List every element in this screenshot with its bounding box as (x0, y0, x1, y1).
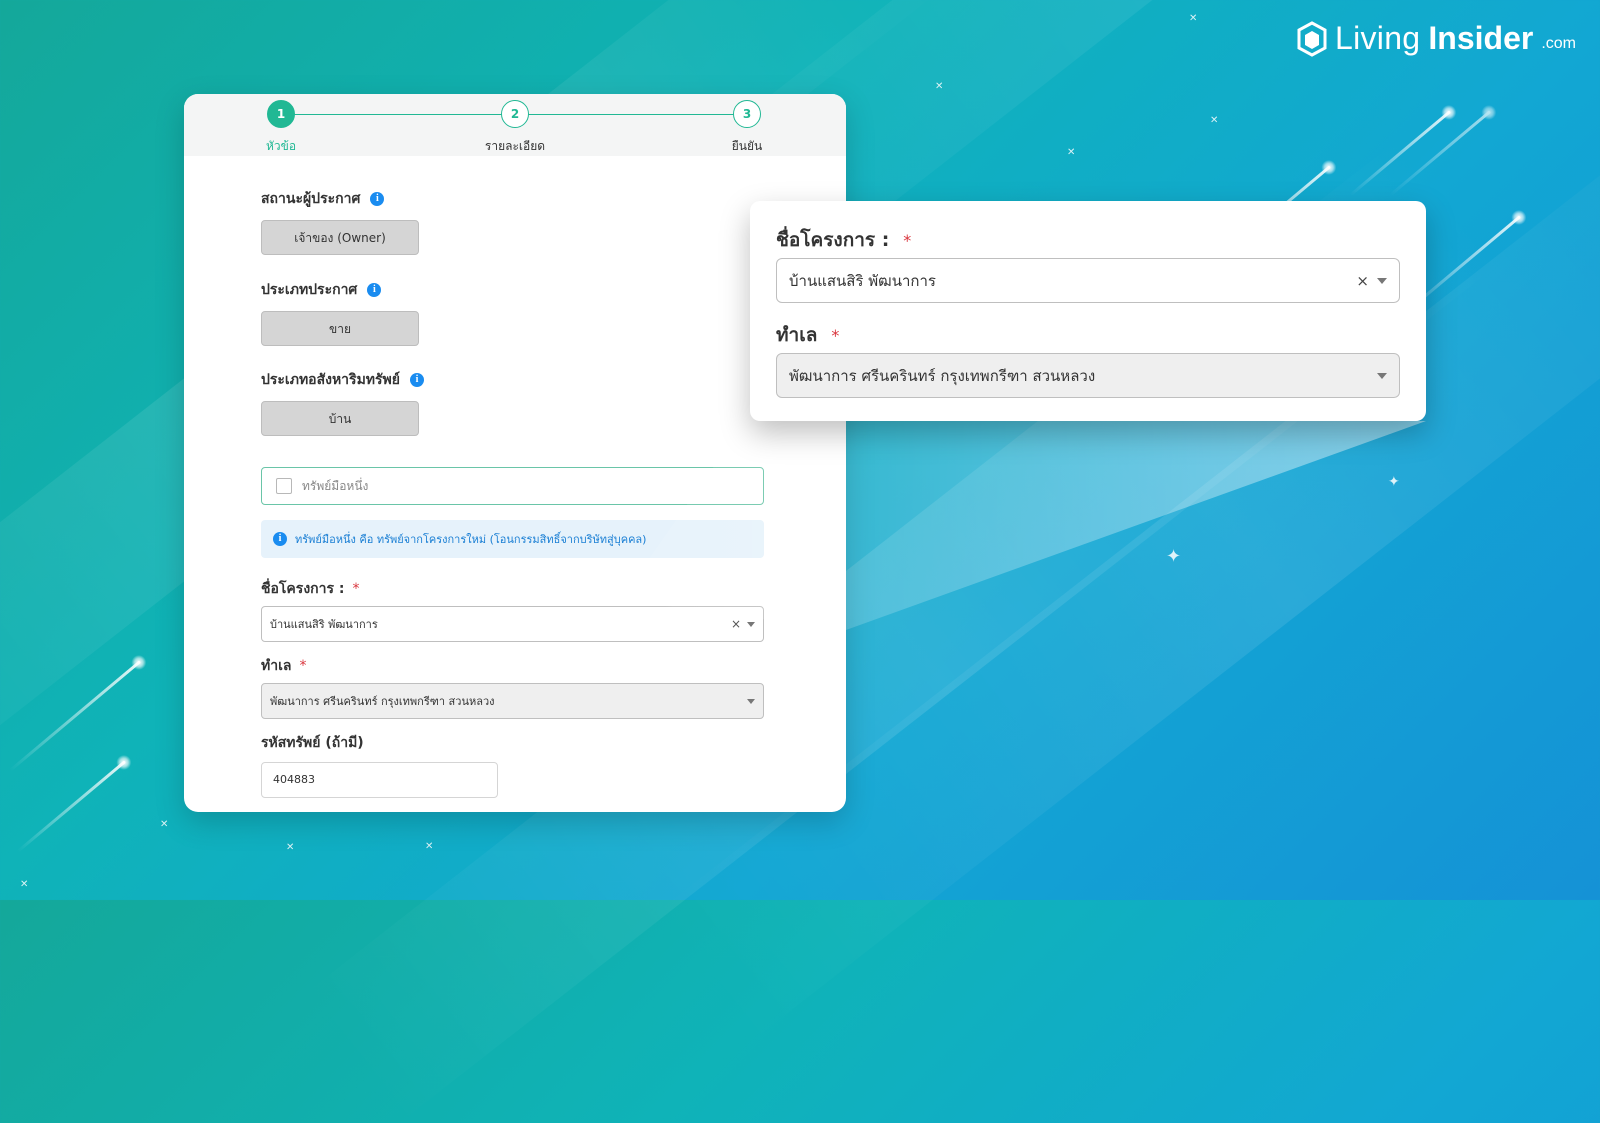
star-decoration: ✕ (1189, 13, 1198, 24)
info-icon[interactable]: i (370, 192, 385, 206)
info-note-text: ทรัพย์มือหนึ่ง คือ ทรัพย์จากโครงการใหม่ … (295, 533, 647, 546)
listing-type-title: ประเภทประกาศ i (261, 279, 419, 301)
stepper: 1 หัวข้อ 2 รายละเอียด 3 ยืนยัน (184, 94, 846, 156)
star-decoration: ✦ (1166, 546, 1182, 567)
step-2[interactable]: 2 รายละเอียด (470, 100, 560, 156)
star-decoration: ✕ (20, 879, 29, 890)
zoomed-fields-card: ชื่อโครงการ : * บ้านแสนสิริ พัฒนาการ × ทำ… (750, 201, 1426, 421)
label-text: ชื่อโครงการ : (776, 229, 890, 251)
property-type-title: ประเภทอสังหาริมทรัพย์ i (261, 369, 424, 391)
zoom-project-name-select[interactable]: บ้านแสนสิริ พัฒนาการ × (776, 258, 1400, 303)
step-1[interactable]: 1 หัวข้อ (236, 100, 326, 156)
poster-status-section: สถานะผู้ประกาศ i เจ้าของ (Owner) (261, 188, 419, 255)
location-label: ทำเล * (261, 655, 764, 677)
location-field: ทำเล * พัฒนาการ ศรีนครินทร์ กรุงเทพกรีฑา … (261, 655, 764, 719)
project-name-select[interactable]: บ้านแสนสิริ พัฒนาการ × (261, 606, 764, 642)
location-select[interactable]: พัฒนาการ ศรีนครินทร์ กรุงเทพกรีฑา สวนหลว… (261, 683, 764, 719)
step-number: 3 (733, 100, 761, 128)
info-icon[interactable]: i (409, 373, 424, 387)
star-decoration: ✕ (1210, 115, 1219, 126)
zoom-project-name-label: ชื่อโครงการ : * (776, 225, 911, 255)
star-decoration: ✕ (1067, 147, 1076, 158)
first-hand-label: ทรัพย์มือหนึ่ง (302, 478, 369, 493)
listing-form-card: 1 หัวข้อ 2 รายละเอียด 3 ยืนยัน สถานะผู้ป… (184, 94, 846, 812)
brand-insider: Insider (1428, 20, 1534, 56)
listing-type-chip[interactable]: ขาย (261, 311, 419, 346)
required-marker: * (299, 658, 307, 674)
project-name-field: ชื่อโครงการ : * บ้านแสนสิริ พัฒนาการ × (261, 578, 764, 642)
required-marker: * (831, 326, 840, 345)
clear-icon[interactable]: × (1356, 272, 1369, 290)
star-decoration: ✕ (425, 841, 434, 852)
section-title-text: ประเภทประกาศ (261, 282, 358, 298)
step-label: หัวข้อ (265, 139, 297, 153)
info-icon: i (273, 532, 287, 546)
star-decoration: ✦ (1388, 474, 1400, 490)
step-number: 1 (267, 100, 295, 128)
location-value: พัฒนาการ ศรีนครินทร์ กรุงเทพกรีฑา สวนหลว… (270, 695, 495, 708)
project-name-label: ชื่อโครงการ : * (261, 578, 764, 600)
info-icon[interactable]: i (367, 283, 382, 297)
property-type-chip[interactable]: บ้าน (261, 401, 419, 436)
required-marker: * (903, 231, 912, 250)
star-decoration: ✕ (935, 81, 944, 92)
section-title-text: ประเภทอสังหาริมทรัพย์ (261, 372, 400, 388)
chevron-down-icon[interactable] (1377, 372, 1387, 379)
section-title-text: สถานะผู้ประกาศ (261, 191, 361, 207)
clear-icon[interactable]: × (731, 617, 741, 631)
first-hand-checkbox-row[interactable]: ทรัพย์มือหนึ่ง (261, 467, 764, 505)
label-text: ทำเล (261, 658, 292, 674)
property-type-section: ประเภทอสังหาริมทรัพย์ i บ้าน (261, 369, 424, 436)
project-name-value: บ้านแสนสิริ พัฒนาการ (789, 271, 936, 290)
first-hand-checkbox[interactable] (276, 478, 292, 494)
brand-living: Living (1334, 20, 1421, 56)
chevron-down-icon[interactable] (747, 698, 755, 704)
chevron-down-icon[interactable] (747, 621, 755, 627)
brand-dotcom: .com (1541, 35, 1576, 52)
property-code-label: รหัสทรัพย์ (ถ้ามี) (261, 735, 364, 751)
required-marker: * (352, 581, 360, 597)
step-3[interactable]: 3 ยืนยัน (702, 100, 792, 156)
label-text: ทำเล (776, 324, 818, 346)
first-hand-info-note: i ทรัพย์มือหนึ่ง คือ ทรัพย์จากโครงการใหม… (261, 520, 764, 558)
poster-status-chip[interactable]: เจ้าของ (Owner) (261, 220, 419, 255)
star-decoration: ✕ (286, 842, 295, 853)
step-label: ยืนยัน (731, 139, 763, 153)
step-label: รายละเอียด (484, 139, 546, 153)
zoom-location-label: ทำเล * (776, 320, 839, 350)
chevron-down-icon[interactable] (1377, 277, 1387, 284)
living-insider-logo: Living Insider .com (1297, 20, 1576, 57)
house-box-icon (1297, 21, 1327, 57)
zoom-location-select[interactable]: พัฒนาการ ศรีนครินทร์ กรุงเทพกรีฑา สวนหลว… (776, 353, 1400, 398)
star-decoration: ✕ (160, 819, 169, 830)
property-code-field: รหัสทรัพย์ (ถ้ามี) 404883 (261, 732, 498, 798)
listing-type-section: ประเภทประกาศ i ขาย (261, 279, 419, 346)
step-number: 2 (501, 100, 529, 128)
location-value: พัฒนาการ ศรีนครินทร์ กรุงเทพกรีฑา สวนหลว… (789, 366, 1096, 385)
label-text: ชื่อโครงการ : (261, 581, 345, 597)
comet-decoration (16, 760, 126, 853)
property-code-input[interactable]: 404883 (261, 762, 498, 798)
poster-status-title: สถานะผู้ประกาศ i (261, 188, 419, 210)
project-name-value: บ้านแสนสิริ พัฒนาการ (270, 618, 378, 631)
